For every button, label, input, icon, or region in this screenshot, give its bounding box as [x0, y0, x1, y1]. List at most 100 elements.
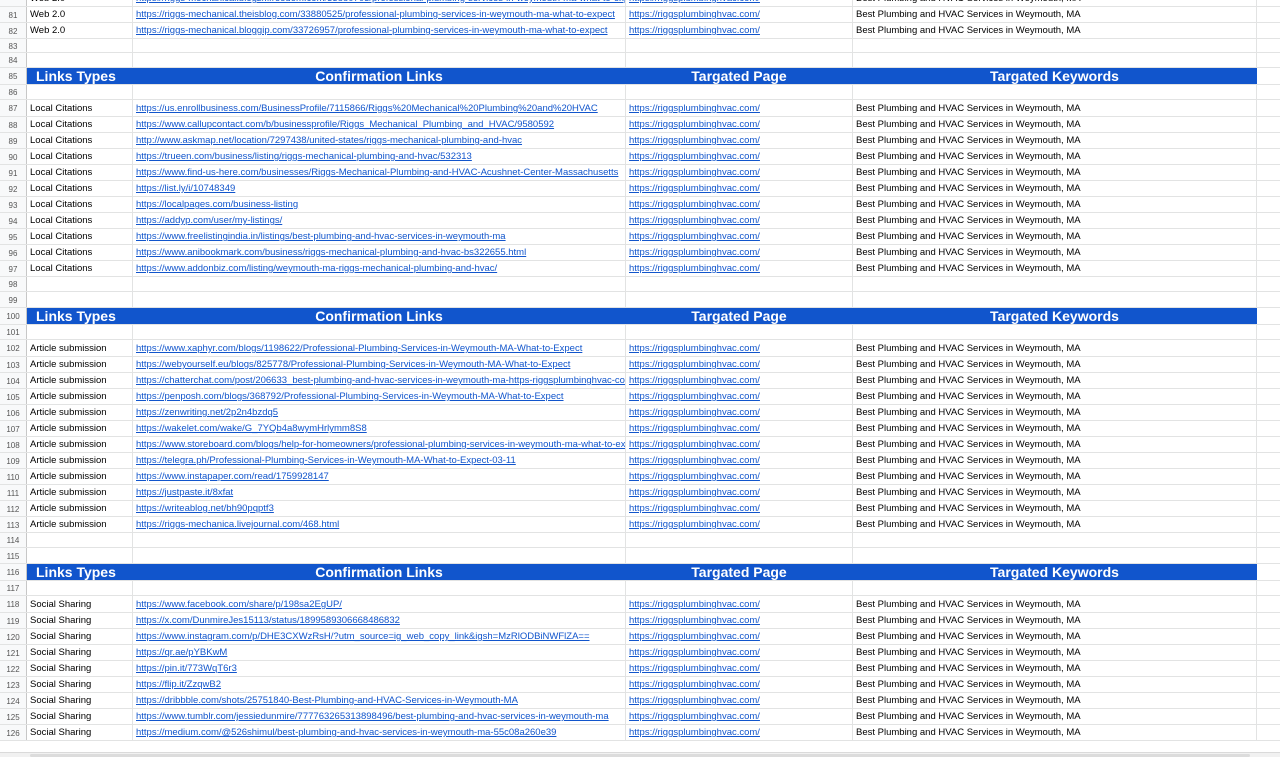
targeted-page-link[interactable]: https://riggsplumbinghvac.com/: [629, 119, 760, 130]
targeted-page-link[interactable]: https://riggsplumbinghvac.com/: [629, 215, 760, 226]
targeted-keywords-cell[interactable]: Best Plumbing and HVAC Services in Weymo…: [853, 389, 1257, 404]
confirmation-link[interactable]: https://www.xaphyr.com/blogs/1198622/Pro…: [136, 343, 582, 354]
targeted-page-link[interactable]: https://riggsplumbinghvac.com/: [629, 711, 760, 722]
targeted-page-cell[interactable]: [626, 581, 853, 595]
targeted-page-cell[interactable]: https://riggsplumbinghvac.com/: [626, 709, 853, 724]
targeted-keywords-cell[interactable]: Best Plumbing and HVAC Services in Weymo…: [853, 421, 1257, 436]
confirmation-link[interactable]: https://riggs-mechanical.theisblog.com/3…: [136, 9, 615, 20]
targeted-page-cell[interactable]: https://riggsplumbinghvac.com/: [626, 7, 853, 22]
row-number[interactable]: 93: [0, 197, 27, 212]
row-number[interactable]: 103: [0, 357, 27, 372]
targeted-keywords-cell[interactable]: Best Plumbing and HVAC Services in Weymo…: [853, 245, 1257, 260]
confirmation-link[interactable]: https://www.instapaper.com/read/17599281…: [136, 471, 329, 482]
targeted-page-link[interactable]: https://riggsplumbinghvac.com/: [629, 727, 760, 738]
targeted-page-cell[interactable]: https://riggsplumbinghvac.com/: [626, 645, 853, 660]
empty-cell[interactable]: [1257, 677, 1280, 692]
targeted-page-cell[interactable]: https://riggsplumbinghvac.com/: [626, 23, 853, 38]
targeted-keywords-cell[interactable]: Best Plumbing and HVAC Services in Weymo…: [853, 197, 1257, 212]
row-number[interactable]: 125: [0, 709, 27, 724]
targeted-keywords-cell[interactable]: Best Plumbing and HVAC Services in Weymo…: [853, 453, 1257, 468]
targeted-page-cell[interactable]: https://riggsplumbinghvac.com/: [626, 613, 853, 628]
targeted-page-link[interactable]: https://riggsplumbinghvac.com/: [629, 375, 760, 386]
row-number[interactable]: 119: [0, 613, 27, 628]
link-type-cell[interactable]: Local Citations: [27, 149, 133, 164]
confirmation-link[interactable]: https://flip.it/ZzqwB2: [136, 679, 221, 690]
row-number[interactable]: 108: [0, 437, 27, 452]
targeted-page-cell[interactable]: https://riggsplumbinghvac.com/: [626, 725, 853, 740]
confirmation-link[interactable]: https://wakelet.com/wake/G_7YQb4a8wymHrl…: [136, 423, 367, 434]
empty-cell[interactable]: [1257, 277, 1280, 291]
link-type-cell[interactable]: Article submission: [27, 405, 133, 420]
row-number[interactable]: 81: [0, 7, 27, 22]
link-type-cell[interactable]: Local Citations: [27, 181, 133, 196]
targeted-page-cell[interactable]: https://riggsplumbinghvac.com/: [626, 133, 853, 148]
targeted-page-cell[interactable]: https://riggsplumbinghvac.com/: [626, 517, 853, 532]
row-number[interactable]: [0, 0, 27, 6]
empty-cell[interactable]: [1257, 245, 1280, 260]
row-number[interactable]: 90: [0, 149, 27, 164]
column-header-targeted-page-cell[interactable]: Targated Page: [626, 308, 853, 324]
row-number[interactable]: 98: [0, 277, 27, 291]
confirmation-link-cell[interactable]: https://webyourself.eu/blogs/825778/Prof…: [133, 357, 626, 372]
link-type-cell[interactable]: Local Citations: [27, 229, 133, 244]
targeted-keywords-cell[interactable]: Best Plumbing and HVAC Services in Weymo…: [853, 261, 1257, 276]
confirmation-link[interactable]: https://www.anibookmark.com/business/rig…: [136, 247, 526, 258]
row-number[interactable]: 104: [0, 373, 27, 388]
confirmation-link[interactable]: https://www.freelistingindia.in/listings…: [136, 231, 506, 242]
link-type-cell[interactable]: Local Citations: [27, 245, 133, 260]
targeted-page-link[interactable]: https://riggsplumbinghvac.com/: [629, 647, 760, 658]
targeted-page-cell[interactable]: [626, 53, 853, 67]
confirmation-link-cell[interactable]: https://x.com/DunmireJes15113/status/189…: [133, 613, 626, 628]
confirmation-link[interactable]: https://qr.ae/pYBKwM: [136, 647, 227, 658]
targeted-keywords-cell[interactable]: Best Plumbing and HVAC Services in Weymo…: [853, 0, 1257, 6]
empty-cell[interactable]: [1257, 437, 1280, 452]
row-number[interactable]: 89: [0, 133, 27, 148]
confirmation-link-cell[interactable]: https://www.find-us-here.com/businesses/…: [133, 165, 626, 180]
targeted-page-cell[interactable]: https://riggsplumbinghvac.com/: [626, 245, 853, 260]
confirmation-link-cell[interactable]: https://justpaste.it/8xfat: [133, 485, 626, 500]
column-header-link-type-cell[interactable]: Links Types: [27, 564, 133, 580]
confirmation-link-cell[interactable]: https://wakelet.com/wake/G_7YQb4a8wymHrl…: [133, 421, 626, 436]
confirmation-link-cell[interactable]: https://www.instapaper.com/read/17599281…: [133, 469, 626, 484]
link-type-cell[interactable]: Social Sharing: [27, 693, 133, 708]
targeted-keywords-cell[interactable]: [853, 292, 1257, 307]
targeted-page-cell[interactable]: https://riggsplumbinghvac.com/: [626, 165, 853, 180]
confirmation-link-cell[interactable]: [133, 277, 626, 291]
link-type-cell[interactable]: [27, 325, 133, 339]
confirmation-link-cell[interactable]: https://www.anibookmark.com/business/rig…: [133, 245, 626, 260]
targeted-page-cell[interactable]: [626, 39, 853, 52]
targeted-page-cell[interactable]: https://riggsplumbinghvac.com/: [626, 261, 853, 276]
targeted-keywords-cell[interactable]: [853, 533, 1257, 547]
link-type-cell[interactable]: [27, 39, 133, 52]
targeted-keywords-cell[interactable]: Best Plumbing and HVAC Services in Weymo…: [853, 501, 1257, 516]
targeted-keywords-cell[interactable]: [853, 39, 1257, 52]
targeted-keywords-cell[interactable]: Best Plumbing and HVAC Services in Weymo…: [853, 725, 1257, 740]
confirmation-link-cell[interactable]: [133, 325, 626, 339]
row-number[interactable]: 116: [0, 564, 27, 580]
row-number[interactable]: 87: [0, 100, 27, 116]
targeted-page-cell[interactable]: https://riggsplumbinghvac.com/: [626, 469, 853, 484]
empty-cell[interactable]: [1257, 213, 1280, 228]
row-number[interactable]: 118: [0, 596, 27, 612]
confirmation-link-cell[interactable]: https://pin.it/773WqT6r3: [133, 661, 626, 676]
empty-cell[interactable]: [1257, 357, 1280, 372]
targeted-keywords-cell[interactable]: Best Plumbing and HVAC Services in Weymo…: [853, 485, 1257, 500]
confirmation-link-cell[interactable]: https://riggs-mechanical.bloggip.com/337…: [133, 23, 626, 38]
confirmation-link-cell[interactable]: https://zenwriting.net/2p2n4bzdq5: [133, 405, 626, 420]
empty-cell[interactable]: [1257, 292, 1280, 307]
confirmation-link[interactable]: https://webyourself.eu/blogs/825778/Prof…: [136, 359, 570, 370]
link-type-cell[interactable]: Article submission: [27, 421, 133, 436]
targeted-page-cell[interactable]: https://riggsplumbinghvac.com/: [626, 340, 853, 356]
row-number[interactable]: 105: [0, 389, 27, 404]
targeted-keywords-cell[interactable]: Best Plumbing and HVAC Services in Weymo…: [853, 133, 1257, 148]
targeted-page-cell[interactable]: [626, 548, 853, 563]
row-number[interactable]: 117: [0, 581, 27, 595]
confirmation-link[interactable]: https://localpages.com/business-listing: [136, 199, 298, 210]
targeted-page-cell[interactable]: https://riggsplumbinghvac.com/: [626, 100, 853, 116]
link-type-cell[interactable]: Social Sharing: [27, 645, 133, 660]
row-number[interactable]: 121: [0, 645, 27, 660]
empty-cell[interactable]: [1257, 261, 1280, 276]
targeted-page-cell[interactable]: [626, 325, 853, 339]
targeted-keywords-cell[interactable]: Best Plumbing and HVAC Services in Weymo…: [853, 677, 1257, 692]
targeted-page-link[interactable]: https://riggsplumbinghvac.com/: [629, 343, 760, 354]
